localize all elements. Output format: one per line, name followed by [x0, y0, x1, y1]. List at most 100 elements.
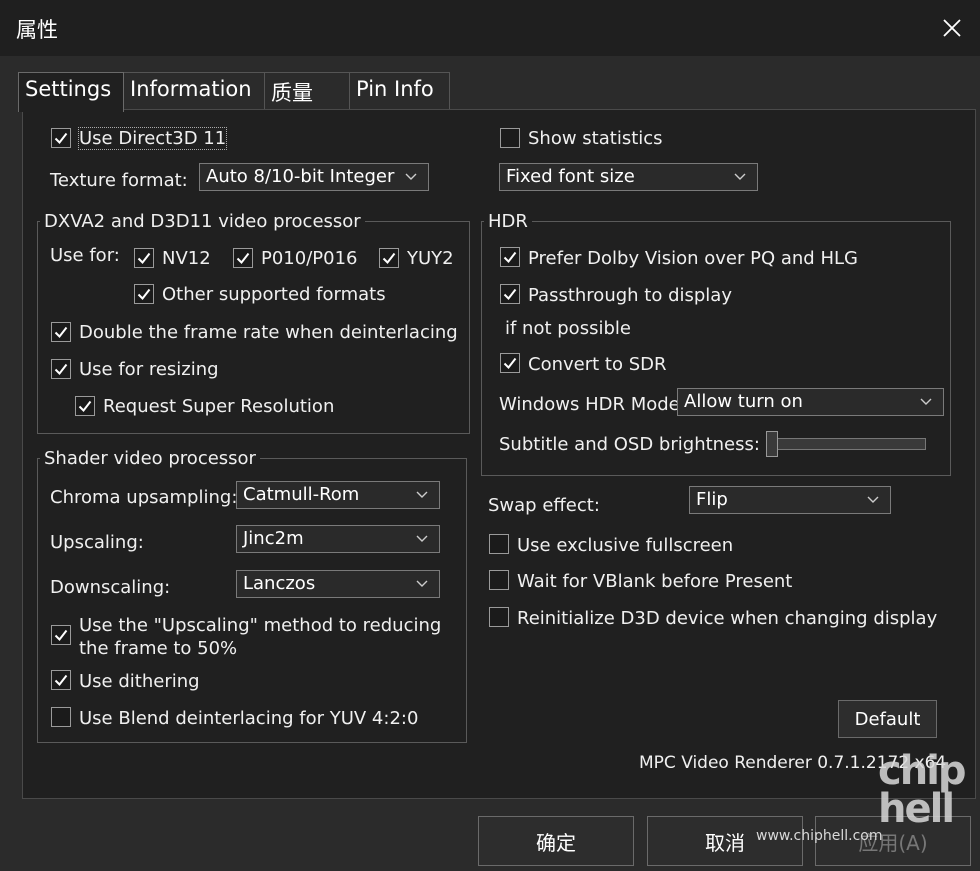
brightness-slider-track[interactable]: [767, 438, 926, 450]
use-d3d11-checkbox[interactable]: [51, 128, 71, 148]
passthrough-checkbox[interactable]: [500, 284, 520, 304]
dolby-label: Prefer Dolby Vision over PQ and HLG: [528, 248, 858, 269]
other-formats-label: Other supported formats: [162, 284, 386, 305]
show-statistics-checkbox[interactable]: [500, 128, 520, 148]
upscaling-label: Upscaling:: [50, 532, 144, 553]
chevron-down-icon: [867, 496, 879, 503]
chevron-down-icon: [416, 491, 428, 498]
double-rate-label: Double the frame rate when deinterlacing: [79, 322, 458, 343]
yuy2-checkbox[interactable]: [379, 248, 399, 268]
texture-format-select[interactable]: Auto 8/10-bit Integer: [199, 163, 429, 191]
close-icon: [943, 19, 961, 37]
upscaling-value: Jinc2m: [243, 528, 304, 549]
font-size-value: Fixed font size: [506, 166, 635, 187]
swap-effect-value: Flip: [696, 489, 728, 510]
dithering-label: Use dithering: [79, 671, 200, 692]
default-button[interactable]: Default: [838, 700, 937, 738]
super-res-checkbox[interactable]: [75, 396, 95, 416]
swap-effect-select[interactable]: Flip: [689, 486, 891, 514]
upscaling-method-checkbox[interactable]: [51, 625, 71, 645]
nv12-label: NV12: [162, 248, 211, 269]
check-icon: [236, 252, 250, 265]
reinit-label: Reinitialize D3D device when changing di…: [517, 608, 938, 629]
other-formats-checkbox[interactable]: [134, 284, 154, 304]
chroma-label: Chroma upsampling:: [50, 487, 238, 508]
tab-label: Pin Info: [356, 77, 434, 101]
convert-sdr-label: Convert to SDR: [528, 354, 667, 375]
downscaling-value: Lanczos: [243, 573, 316, 594]
vblank-label: Wait for VBlank before Present: [517, 571, 793, 592]
blend-checkbox[interactable]: [51, 707, 71, 727]
check-icon: [503, 357, 517, 370]
watermark-url: www.chiphell.com: [756, 828, 883, 844]
check-icon: [137, 252, 151, 265]
check-icon: [54, 674, 68, 687]
exclusive-label: Use exclusive fullscreen: [517, 535, 734, 556]
chroma-value: Catmull-Rom: [243, 484, 360, 505]
cancel-button-label: 取消: [705, 830, 745, 855]
convert-sdr-checkbox[interactable]: [500, 353, 520, 373]
ok-button-label: 确定: [536, 830, 576, 855]
check-icon: [54, 326, 68, 339]
font-size-select[interactable]: Fixed font size: [499, 163, 758, 191]
chevron-down-icon: [416, 535, 428, 542]
default-button-label: Default: [854, 708, 921, 730]
texture-format-label: Texture format:: [50, 170, 188, 191]
tab-quality[interactable]: 质量: [264, 72, 350, 110]
upscaling-method-label-1: Use the "Upscaling" method to reducing: [79, 615, 442, 636]
ok-button[interactable]: 确定: [478, 816, 634, 866]
hdr-group-title: HDR: [484, 211, 532, 232]
window-title: 属性: [16, 18, 58, 42]
tab-information[interactable]: Information: [123, 72, 265, 110]
brightness-label: Subtitle and OSD brightness:: [499, 434, 760, 455]
downscaling-label: Downscaling:: [50, 577, 171, 598]
check-icon: [503, 251, 517, 264]
dithering-checkbox[interactable]: [51, 670, 71, 690]
vblank-checkbox[interactable]: [489, 570, 509, 590]
check-icon: [137, 288, 151, 301]
chevron-down-icon: [920, 398, 932, 405]
windows-hdr-label: Windows HDR Mode:: [499, 394, 686, 415]
exclusive-checkbox[interactable]: [489, 534, 509, 554]
windows-hdr-select[interactable]: Allow turn on: [677, 388, 944, 416]
blend-label: Use Blend deinterlacing for YUV 4:2:0: [79, 708, 419, 729]
properties-dialog: 属性 Settings Information 质量 Pin Info Use …: [0, 0, 980, 871]
check-icon: [503, 288, 517, 301]
downscaling-select[interactable]: Lanczos: [236, 570, 440, 598]
tab-pin-info[interactable]: Pin Info: [349, 72, 450, 110]
resizing-checkbox[interactable]: [51, 359, 71, 379]
check-icon: [54, 132, 68, 145]
p010-label: P010/P016: [261, 248, 358, 269]
tab-label: Settings: [25, 77, 112, 101]
check-icon: [78, 400, 92, 413]
chroma-select[interactable]: Catmull-Rom: [236, 481, 440, 509]
check-icon: [54, 363, 68, 376]
reinit-checkbox[interactable]: [489, 607, 509, 627]
brightness-slider-thumb[interactable]: [766, 431, 778, 457]
chiphell-logo: chip hell: [878, 748, 967, 832]
swap-effect-label: Swap effect:: [488, 495, 600, 516]
check-icon: [54, 629, 68, 642]
windows-hdr-value: Allow turn on: [684, 391, 803, 412]
yuy2-label: YUY2: [407, 248, 454, 269]
dxva-group-title: DXVA2 and D3D11 video processor: [40, 211, 365, 232]
use-for-label: Use for:: [50, 245, 120, 266]
tab-settings[interactable]: Settings: [18, 72, 124, 112]
show-statistics-label: Show statistics: [528, 128, 663, 149]
chevron-down-icon: [734, 173, 746, 180]
close-button[interactable]: [932, 10, 972, 46]
chevron-down-icon: [405, 173, 417, 180]
title-bar: 属性: [0, 0, 980, 56]
tab-label: Information: [130, 77, 252, 101]
dolby-checkbox[interactable]: [500, 247, 520, 267]
p010-checkbox[interactable]: [233, 248, 253, 268]
shader-group-title: Shader video processor: [40, 448, 260, 469]
resizing-label: Use for resizing: [79, 359, 219, 380]
nv12-checkbox[interactable]: [134, 248, 154, 268]
upscaling-method-label-2: the frame to 50%: [79, 638, 238, 659]
texture-format-value: Auto 8/10-bit Integer: [206, 166, 395, 187]
double-rate-checkbox[interactable]: [51, 322, 71, 342]
upscaling-select[interactable]: Jinc2m: [236, 525, 440, 553]
check-icon: [382, 252, 396, 265]
passthrough-label: Passthrough to display: [528, 285, 732, 306]
